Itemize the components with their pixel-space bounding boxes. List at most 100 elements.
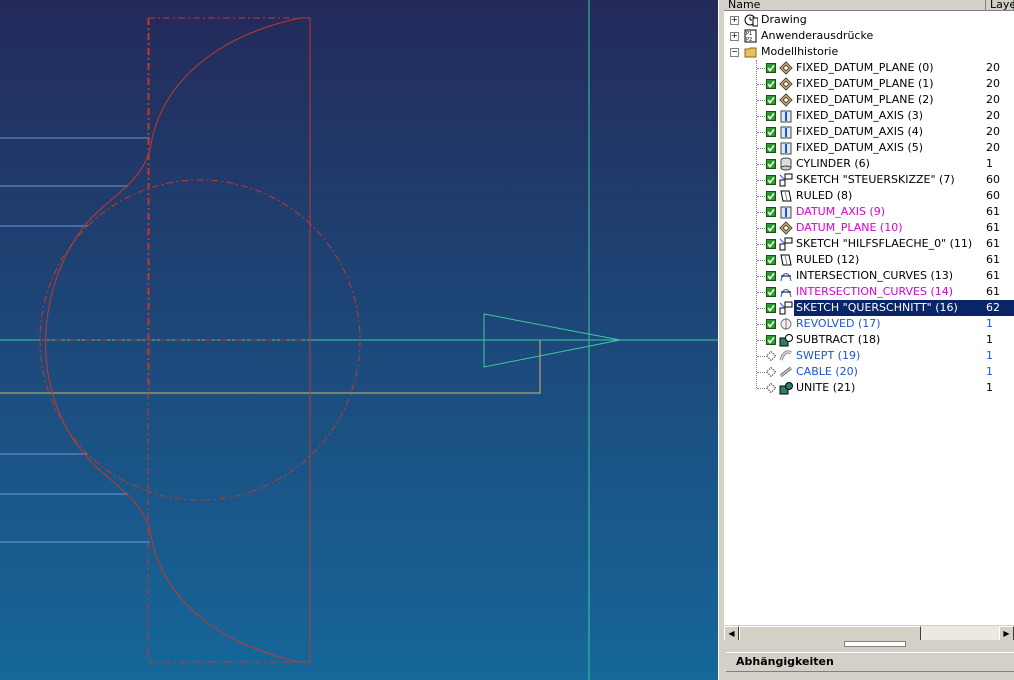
feature-layer: 20 — [986, 93, 1000, 106]
feature-row[interactable]: SKETCH "HILFSFLAECHE_0" (11) 61 — [724, 236, 1014, 252]
feature-row[interactable]: RULED (12) 61 — [724, 252, 1014, 268]
datum-axis-icon — [780, 206, 792, 219]
tree-node-drawing[interactable]: + Drawing — [724, 12, 1014, 28]
model-canvas[interactable] — [0, 0, 718, 680]
feature-row[interactable]: REVOLVED (17) 1 — [724, 316, 1014, 332]
tree-connector-line — [757, 276, 765, 277]
dependencies-panel — [726, 674, 1014, 680]
visibility-checkbox-checked-icon[interactable] — [766, 143, 776, 153]
visibility-checkbox-checked-icon[interactable] — [766, 63, 776, 73]
cable-icon — [779, 366, 792, 378]
visibility-checkbox-checked-icon[interactable] — [766, 335, 776, 345]
folder-open-icon — [744, 47, 757, 58]
feature-row[interactable]: DATUM_PLANE (10) 61 — [724, 220, 1014, 236]
feature-layer: 1 — [986, 365, 993, 378]
feature-layer: 61 — [986, 269, 1000, 282]
visibility-checkbox-checked-icon[interactable] — [766, 175, 776, 185]
visibility-checkbox-checked-icon[interactable] — [766, 79, 776, 89]
tree-node-label: Modellhistorie — [761, 45, 839, 58]
visibility-checkbox-checked-icon[interactable] — [766, 111, 776, 121]
feature-row[interactable]: UNITE (21) 1 — [724, 380, 1014, 396]
datum-axis-icon — [780, 142, 792, 155]
visibility-checkbox-checked-icon[interactable] — [766, 271, 776, 281]
feature-layer: 60 — [986, 189, 1000, 202]
visibility-checkbox-checked-icon[interactable] — [766, 319, 776, 329]
datum-plane-icon — [779, 61, 793, 75]
visibility-checkbox-checked-icon[interactable] — [766, 255, 776, 265]
cylinder-icon — [780, 157, 792, 171]
column-header-layer[interactable]: Laye — [986, 0, 1014, 11]
ruled-icon — [780, 190, 792, 202]
feature-row[interactable]: RULED (8) 60 — [724, 188, 1014, 204]
visibility-checkbox-checked-icon[interactable] — [766, 95, 776, 105]
feature-row[interactable]: SUBTRACT (18) 1 — [724, 332, 1014, 348]
dependencies-panel-header[interactable]: Abhängigkeiten — [726, 652, 1014, 672]
feature-row[interactable]: SWEPT (19) 1 — [724, 348, 1014, 364]
visibility-checkbox-hidden-icon[interactable] — [766, 383, 776, 393]
feature-layer: 1 — [986, 349, 993, 362]
feature-label: FIXED_DATUM_PLANE (2) — [796, 93, 934, 106]
collapse-icon[interactable]: − — [730, 48, 739, 57]
column-header-name[interactable]: Name — [724, 0, 986, 11]
feature-label: DATUM_PLANE (10) — [796, 221, 903, 234]
tree-connector-line — [757, 132, 765, 133]
feature-row[interactable]: DATUM_AXIS (9) 61 — [724, 204, 1014, 220]
svg-text:P2: P2 — [746, 37, 752, 43]
feature-row[interactable]: INTERSECTION_CURVES (14) 61 — [724, 284, 1014, 300]
horizontal-scrollbar[interactable]: ◀ ▶ — [724, 625, 1014, 640]
part-navigator: Name Laye + Drawing + P1 P2 Anwenderausdrücke… — [724, 0, 1014, 680]
feature-layer: 1 — [986, 381, 993, 394]
feature-label: REVOLVED (17) — [796, 317, 881, 330]
expand-icon[interactable]: + — [730, 16, 739, 25]
visibility-checkbox-checked-icon[interactable] — [766, 239, 776, 249]
scroll-left-icon[interactable]: ◀ — [724, 626, 739, 640]
datum-axis-icon — [780, 110, 792, 123]
dependencies-label: Abhängigkeiten — [736, 655, 834, 668]
feature-layer: 1 — [986, 157, 993, 170]
visibility-checkbox-hidden-icon[interactable] — [766, 367, 776, 377]
visibility-checkbox-checked-icon[interactable] — [766, 223, 776, 233]
feature-row[interactable]: FIXED_DATUM_PLANE (0) 20 — [724, 60, 1014, 76]
visibility-checkbox-checked-icon[interactable] — [766, 207, 776, 217]
panel-resize-grip[interactable] — [844, 641, 906, 647]
feature-label: INTERSECTION_CURVES (14) — [796, 285, 954, 298]
feature-row[interactable]: CYLINDER (6) 1 — [724, 156, 1014, 172]
feature-layer: 20 — [986, 77, 1000, 90]
tree-node-modellhistorie[interactable]: − Modellhistorie — [724, 44, 1014, 60]
visibility-checkbox-checked-icon[interactable] — [766, 303, 776, 313]
datum-plane-icon — [779, 93, 793, 107]
feature-row[interactable]: CABLE (20) 1 — [724, 364, 1014, 380]
tree-connector-line — [757, 308, 765, 309]
visibility-checkbox-checked-icon[interactable] — [766, 127, 776, 137]
feature-label: SUBTRACT (18) — [796, 333, 881, 346]
tree-connector-line — [757, 244, 765, 245]
visibility-checkbox-checked-icon[interactable] — [766, 287, 776, 297]
feature-row[interactable]: INTERSECTION_CURVES (13) 61 — [724, 268, 1014, 284]
graphics-viewport[interactable] — [0, 0, 718, 680]
feature-row[interactable]: SKETCH "QUERSCHNITT" (16) 62 — [724, 300, 1014, 316]
tree-connector-line — [757, 372, 765, 373]
feature-layer: 20 — [986, 141, 1000, 154]
tree-connector-line — [757, 228, 765, 229]
expand-icon[interactable]: + — [730, 32, 739, 41]
feature-label: FIXED_DATUM_AXIS (3) — [796, 109, 924, 122]
tree-node-anwenderausdr-cke[interactable]: + P1 P2 Anwenderausdrücke — [724, 28, 1014, 44]
feature-label: SKETCH "HILFSFLAECHE_0" (11) — [796, 237, 973, 250]
visibility-checkbox-checked-icon[interactable] — [766, 159, 776, 169]
feature-row[interactable]: SKETCH "STEUERSKIZZE" (7) 60 — [724, 172, 1014, 188]
feature-layer: 61 — [986, 253, 1000, 266]
sketch-icon — [779, 173, 793, 187]
visibility-checkbox-hidden-icon[interactable] — [766, 351, 776, 361]
feature-row[interactable]: FIXED_DATUM_AXIS (3) 20 — [724, 108, 1014, 124]
scroll-right-icon[interactable]: ▶ — [999, 626, 1014, 640]
drawing-clock-icon — [744, 14, 758, 27]
model-tree[interactable]: Name Laye + Drawing + P1 P2 Anwenderausdrücke… — [724, 0, 1014, 640]
feature-row[interactable]: FIXED_DATUM_PLANE (1) 20 — [724, 76, 1014, 92]
feature-row[interactable]: FIXED_DATUM_AXIS (4) 20 — [724, 124, 1014, 140]
swept-icon — [779, 350, 792, 361]
feature-row[interactable]: FIXED_DATUM_AXIS (5) 20 — [724, 140, 1014, 156]
scroll-thumb[interactable] — [739, 626, 921, 640]
feature-layer: 20 — [986, 61, 1000, 74]
feature-row[interactable]: FIXED_DATUM_PLANE (2) 20 — [724, 92, 1014, 108]
visibility-checkbox-checked-icon[interactable] — [766, 191, 776, 201]
